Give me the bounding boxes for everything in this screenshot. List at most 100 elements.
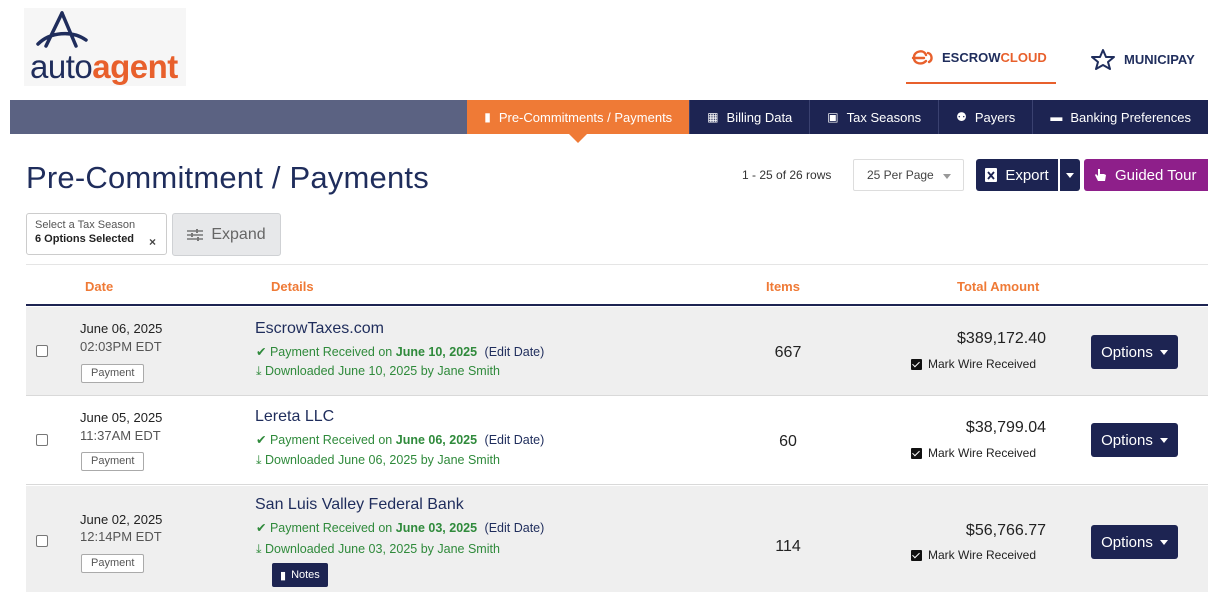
document-icon: ▮ bbox=[484, 110, 491, 124]
wire-label: Mark Wire Received bbox=[928, 548, 1037, 562]
items-count: 114 bbox=[775, 538, 801, 555]
row-checkbox[interactable] bbox=[36, 434, 48, 446]
tax-season-select[interactable]: Select a Tax Season 6 Options Selected × bbox=[26, 213, 167, 255]
pay-label: PAY bbox=[1170, 51, 1195, 67]
nav-label: Banking Preferences bbox=[1070, 109, 1191, 125]
logo-text: autoagent bbox=[30, 48, 178, 85]
edit-date-link[interactable]: (Edit Date) bbox=[485, 345, 545, 359]
type-badge: Payment bbox=[81, 452, 145, 471]
download-icon: ⤓ bbox=[256, 542, 262, 556]
per-page-select[interactable]: 25 Per Page bbox=[853, 159, 964, 191]
options-label: Options bbox=[1101, 431, 1153, 449]
escrowcloud-link[interactable]: ESCROW CLOUD bbox=[910, 48, 1047, 66]
download-info: ⤓ Downloaded June 03, 2025 by Jane Smith bbox=[256, 542, 500, 557]
options-button[interactable]: Options bbox=[1091, 525, 1178, 559]
nav-payers[interactable]: ⚉ Payers bbox=[938, 100, 1033, 134]
status-text: Payment Received on bbox=[269, 433, 393, 447]
notes-label: Notes bbox=[291, 569, 320, 581]
main-nav: ▮ Pre-Commitments / Payments ▦ Billing D… bbox=[10, 100, 1208, 143]
status-date: June 10, 2025 bbox=[395, 345, 478, 359]
edit-date-link[interactable]: (Edit Date) bbox=[485, 433, 545, 447]
check-icon: ✔ bbox=[256, 345, 267, 359]
row-checkbox[interactable] bbox=[36, 345, 48, 357]
expand-button[interactable]: Expand bbox=[172, 213, 281, 256]
mark-wire-received[interactable]: Mark Wire Received bbox=[911, 446, 1036, 460]
escrowcloud-logo-icon bbox=[911, 50, 933, 65]
payer-name[interactable]: Lereta LLC bbox=[255, 408, 334, 426]
options-button[interactable]: Options bbox=[1091, 335, 1178, 369]
page-title: Pre-Commitment / Payments bbox=[26, 160, 429, 195]
hand-pointer-icon bbox=[1095, 168, 1106, 181]
nav-pre-commitments[interactable]: ▮ Pre-Commitments / Payments bbox=[467, 100, 690, 143]
row-date: June 05, 2025 bbox=[80, 410, 163, 425]
nav-billing-data[interactable]: ▦ Billing Data bbox=[689, 100, 810, 134]
excel-file-icon bbox=[985, 168, 998, 182]
municipay-star-icon bbox=[1091, 49, 1115, 70]
cloud-label: CLOUD bbox=[1000, 49, 1047, 65]
items-count: 60 bbox=[779, 433, 797, 450]
col-date[interactable]: Date bbox=[85, 279, 113, 294]
type-badge: Payment bbox=[81, 364, 145, 383]
chevron-down-icon bbox=[1159, 539, 1168, 545]
chevron-down-icon bbox=[943, 174, 951, 179]
download-text: Downloaded June 03, 2025 by Jane Smith bbox=[265, 542, 500, 556]
edit-date-link[interactable]: (Edit Date) bbox=[485, 521, 545, 535]
col-details[interactable]: Details bbox=[271, 279, 314, 294]
status-date: June 06, 2025 bbox=[395, 433, 478, 447]
nav-tax-seasons[interactable]: ▣ Tax Seasons bbox=[809, 100, 939, 134]
nav-banking-preferences[interactable]: ▬ Banking Preferences bbox=[1032, 100, 1208, 134]
tax-season-value: 6 Options Selected bbox=[35, 233, 135, 245]
status-text: Payment Received on bbox=[269, 345, 393, 359]
status-text: Payment Received on bbox=[269, 521, 393, 535]
row-time: 11:37AM EDT bbox=[80, 428, 161, 443]
table-icon: ▦ bbox=[707, 110, 719, 124]
guided-tour-button[interactable]: Guided Tour bbox=[1084, 159, 1208, 191]
chevron-down-icon bbox=[1159, 437, 1168, 443]
nav-label: Payers bbox=[974, 109, 1016, 125]
mark-wire-received[interactable]: Mark Wire Received bbox=[911, 357, 1036, 371]
checkbox-checked-icon[interactable] bbox=[911, 549, 922, 561]
clear-icon[interactable]: × bbox=[149, 235, 156, 249]
municipay-link[interactable]: MUNICI PAY bbox=[1090, 48, 1195, 70]
money-icon: ▬ bbox=[1050, 110, 1063, 124]
payment-status: ✔ Payment Received on June 03, 2025 (Edi… bbox=[256, 520, 544, 535]
col-items[interactable]: Items bbox=[766, 279, 800, 294]
total-amount: $389,172.40 bbox=[957, 330, 1046, 347]
download-info: ⤓ Downloaded June 06, 2025 by Jane Smith bbox=[256, 453, 500, 468]
row-checkbox[interactable] bbox=[36, 535, 48, 547]
guided-tour-label: Guided Tour bbox=[1115, 166, 1197, 184]
nav-label: Pre-Commitments / Payments bbox=[498, 109, 673, 125]
download-icon: ⤓ bbox=[256, 453, 262, 467]
autoagent-logo[interactable]: autoagent bbox=[24, 8, 186, 86]
payer-name[interactable]: EscrowTaxes.com bbox=[255, 320, 384, 338]
tax-season-label: Select a Tax Season bbox=[35, 219, 136, 231]
row-time: 12:14PM EDT bbox=[80, 529, 162, 544]
notes-button[interactable]: ▮ Notes bbox=[272, 563, 328, 587]
calendar-icon: ▣ bbox=[827, 110, 839, 124]
table-row: June 05, 2025 11:37AM EDT Payment Lereta… bbox=[26, 397, 1208, 485]
export-button[interactable]: Export bbox=[976, 159, 1058, 191]
options-label: Options bbox=[1101, 343, 1153, 361]
check-icon: ✔ bbox=[256, 521, 267, 535]
mark-wire-received[interactable]: Mark Wire Received bbox=[911, 548, 1036, 562]
download-info: ⤓ Downloaded June 10, 2025 by Jane Smith bbox=[256, 364, 500, 379]
check-icon: ✔ bbox=[256, 433, 267, 447]
chevron-down-icon bbox=[1066, 173, 1074, 178]
table-row: June 06, 2025 02:03PM EDT Payment Escrow… bbox=[26, 307, 1208, 396]
download-text: Downloaded June 10, 2025 by Jane Smith bbox=[265, 364, 500, 378]
export-dropdown-toggle[interactable] bbox=[1060, 159, 1080, 191]
total-amount: $56,766.77 bbox=[965, 522, 1046, 539]
col-total-amount[interactable]: Total Amount bbox=[957, 279, 1039, 294]
table-row: June 02, 2025 12:14PM EDT Payment San Lu… bbox=[26, 486, 1208, 592]
checkbox-checked-icon[interactable] bbox=[911, 358, 922, 370]
checkbox-checked-icon[interactable] bbox=[911, 447, 922, 459]
payer-name[interactable]: San Luis Valley Federal Bank bbox=[255, 496, 464, 514]
status-date: June 03, 2025 bbox=[395, 521, 478, 535]
items-count: 667 bbox=[774, 344, 802, 361]
wire-label: Mark Wire Received bbox=[928, 357, 1037, 371]
options-button[interactable]: Options bbox=[1091, 423, 1178, 457]
payment-status: ✔ Payment Received on June 06, 2025 (Edi… bbox=[256, 432, 544, 447]
row-date: June 06, 2025 bbox=[80, 321, 163, 336]
sliders-icon bbox=[187, 228, 204, 241]
chevron-down-icon bbox=[1159, 349, 1168, 355]
